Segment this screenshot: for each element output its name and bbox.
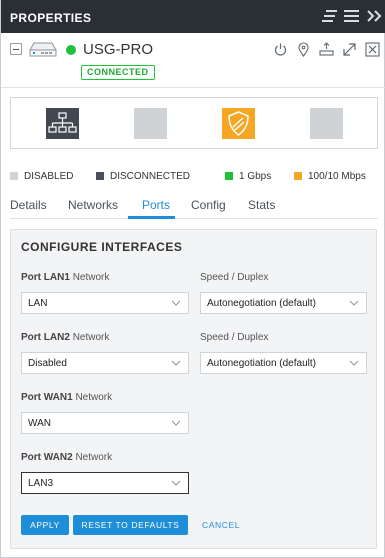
chevron-down-icon (171, 420, 181, 426)
chevron-down-icon (171, 300, 181, 306)
locate-icon[interactable] (296, 42, 311, 57)
port-wan1-network-select[interactable]: WAN (21, 412, 189, 434)
port-lan1-speed-select[interactable]: Autonegotiation (default) (200, 292, 367, 314)
power-icon[interactable] (273, 42, 288, 57)
collapse-toggle[interactable] (10, 43, 22, 55)
reset-to-defaults-button[interactable]: RESET TO DEFAULTS (73, 515, 188, 535)
properties-panel: PROPERTIES USG-PRO CONNECTED DISABLED DI… (0, 0, 385, 558)
upgrade-icon[interactable] (319, 42, 334, 57)
port-lan1-label: Port LAN1 Network (21, 272, 110, 283)
speed-duplex-label: Speed / Duplex (200, 272, 269, 283)
legend-swatch (10, 172, 18, 180)
tab-networks[interactable]: Networks (68, 198, 118, 212)
port-wan1-label: Port WAN1 Network (21, 392, 113, 403)
legend-100mbps: 100/10 Mbps (294, 171, 366, 182)
legend-swatch (225, 172, 233, 180)
legend-disconnected: DISCONNECTED (96, 171, 190, 182)
divider (1, 87, 385, 88)
apply-button[interactable]: APPLY (21, 515, 69, 535)
device-name: USG-PRO (83, 41, 154, 58)
port-lan1-network-select[interactable]: LAN (21, 292, 189, 314)
tab-ports[interactable]: Ports (142, 198, 170, 212)
legend-disabled: DISABLED (10, 171, 73, 182)
port-lan2[interactable] (134, 108, 167, 139)
chevron-down-icon (171, 360, 181, 366)
shield-icon (228, 111, 249, 136)
port-wan2-label: Port WAN2 Network (21, 452, 113, 463)
double-chevron-right-icon[interactable] (366, 9, 382, 23)
tab-details[interactable]: Details (10, 198, 47, 212)
menu-icon[interactable] (344, 9, 360, 23)
panel-header: PROPERTIES (1, 0, 385, 33)
cancel-button[interactable]: CANCEL (202, 515, 240, 535)
status-badge: CONNECTED (81, 65, 155, 80)
panel-title: PROPERTIES (10, 11, 92, 25)
expand-icon[interactable] (342, 42, 357, 57)
speed-duplex-label: Speed / Duplex (200, 332, 269, 343)
port-lan2-network-select[interactable]: Disabled (21, 352, 189, 374)
gateway-device-icon (29, 42, 57, 57)
tab-divider (10, 218, 378, 219)
network-topology-icon (48, 112, 77, 133)
section-title: CONFIGURE INTERFACES (21, 240, 183, 254)
close-icon[interactable] (365, 42, 380, 57)
chevron-down-icon (349, 300, 359, 306)
chevron-down-icon (349, 360, 359, 366)
status-indicator (66, 45, 76, 55)
port-lan2-label: Port LAN2 Network (21, 332, 110, 343)
list-filter-icon[interactable] (322, 9, 338, 23)
tab-stats[interactable]: Stats (248, 198, 275, 212)
chevron-down-icon (171, 480, 181, 486)
active-tab-indicator (128, 216, 175, 219)
legend-1gbps: 1 Gbps (225, 171, 271, 182)
legend-swatch (96, 172, 104, 180)
port-wan1[interactable] (222, 108, 255, 139)
port-wan2[interactable] (310, 108, 343, 139)
port-diagram (10, 97, 378, 149)
port-lan2-speed-select[interactable]: Autonegotiation (default) (200, 352, 367, 374)
legend-swatch (294, 172, 302, 180)
tab-config[interactable]: Config (191, 198, 226, 212)
port-wan2-network-select[interactable]: LAN3 (21, 472, 189, 494)
port-lan1[interactable] (46, 108, 79, 139)
